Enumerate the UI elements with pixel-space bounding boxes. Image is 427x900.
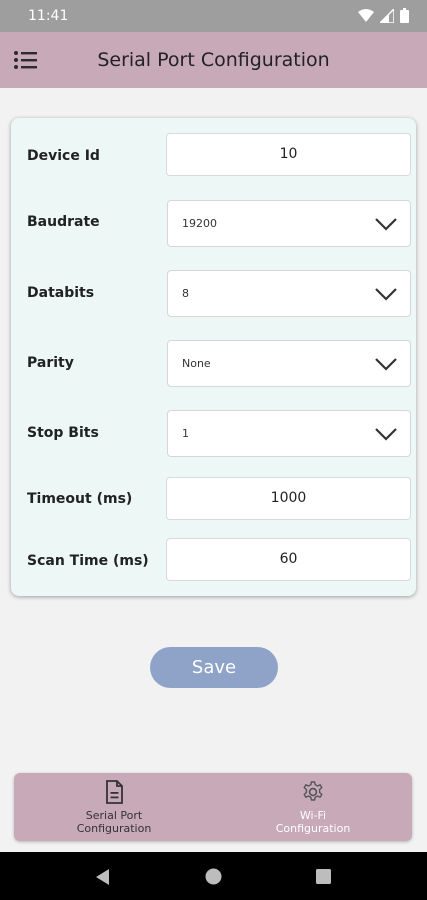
databits-value: 8 [182,287,189,300]
stop-bits-select[interactable]: 1 [167,410,411,457]
app-bar: Serial Port Configuration [0,32,427,88]
battery-icon [400,8,409,23]
scan-time-input[interactable]: 60 [166,538,411,581]
page-title: Serial Port Configuration [97,49,330,71]
timeout-label: Timeout (ms) [27,491,133,507]
bottom-nav: Serial Port Configuration Wi-Fi Configur… [14,773,412,841]
device-id-input[interactable]: 10 [166,133,411,176]
recents-icon[interactable] [316,869,331,884]
stop-bits-label: Stop Bits [27,425,99,441]
parity-value: None [182,357,211,370]
parity-label: Parity [27,355,74,371]
nav-item-serial-port[interactable]: Serial Port Configuration [29,779,199,839]
baudrate-select[interactable]: 19200 [167,200,411,247]
chevron-down-icon [375,358,397,371]
nav-label-serial-port: Serial Port Configuration [76,809,152,835]
gear-icon [303,781,323,801]
stop-bits-value: 1 [182,427,189,440]
save-button[interactable]: Save [150,647,278,688]
status-icons [358,8,409,23]
chevron-down-icon [375,218,397,231]
chevron-down-icon [375,288,397,301]
scan-time-label: Scan Time (ms) [27,553,149,569]
chevron-down-icon [375,428,397,441]
cellular-signal-icon [380,8,394,23]
baudrate-label: Baudrate [27,214,100,230]
status-bar: 11:41 [0,0,427,32]
serial-config-card: Device Id 10 Baudrate 19200 Databits 8 P… [11,118,416,596]
parity-select[interactable]: None [167,340,411,387]
databits-select[interactable]: 8 [167,270,411,317]
wifi-icon [358,8,374,22]
nav-item-wifi[interactable]: Wi-Fi Configuration [228,779,398,839]
baudrate-value: 19200 [182,217,217,230]
device-id-label: Device Id [27,148,100,164]
back-icon[interactable] [94,868,110,886]
timeout-input[interactable]: 1000 [166,477,411,520]
status-time: 11:41 [28,8,69,24]
home-icon[interactable] [205,868,222,885]
databits-label: Databits [27,285,95,301]
nav-label-wifi: Wi-Fi Configuration [275,809,351,835]
system-nav-bar [0,852,427,900]
document-icon [106,780,123,804]
